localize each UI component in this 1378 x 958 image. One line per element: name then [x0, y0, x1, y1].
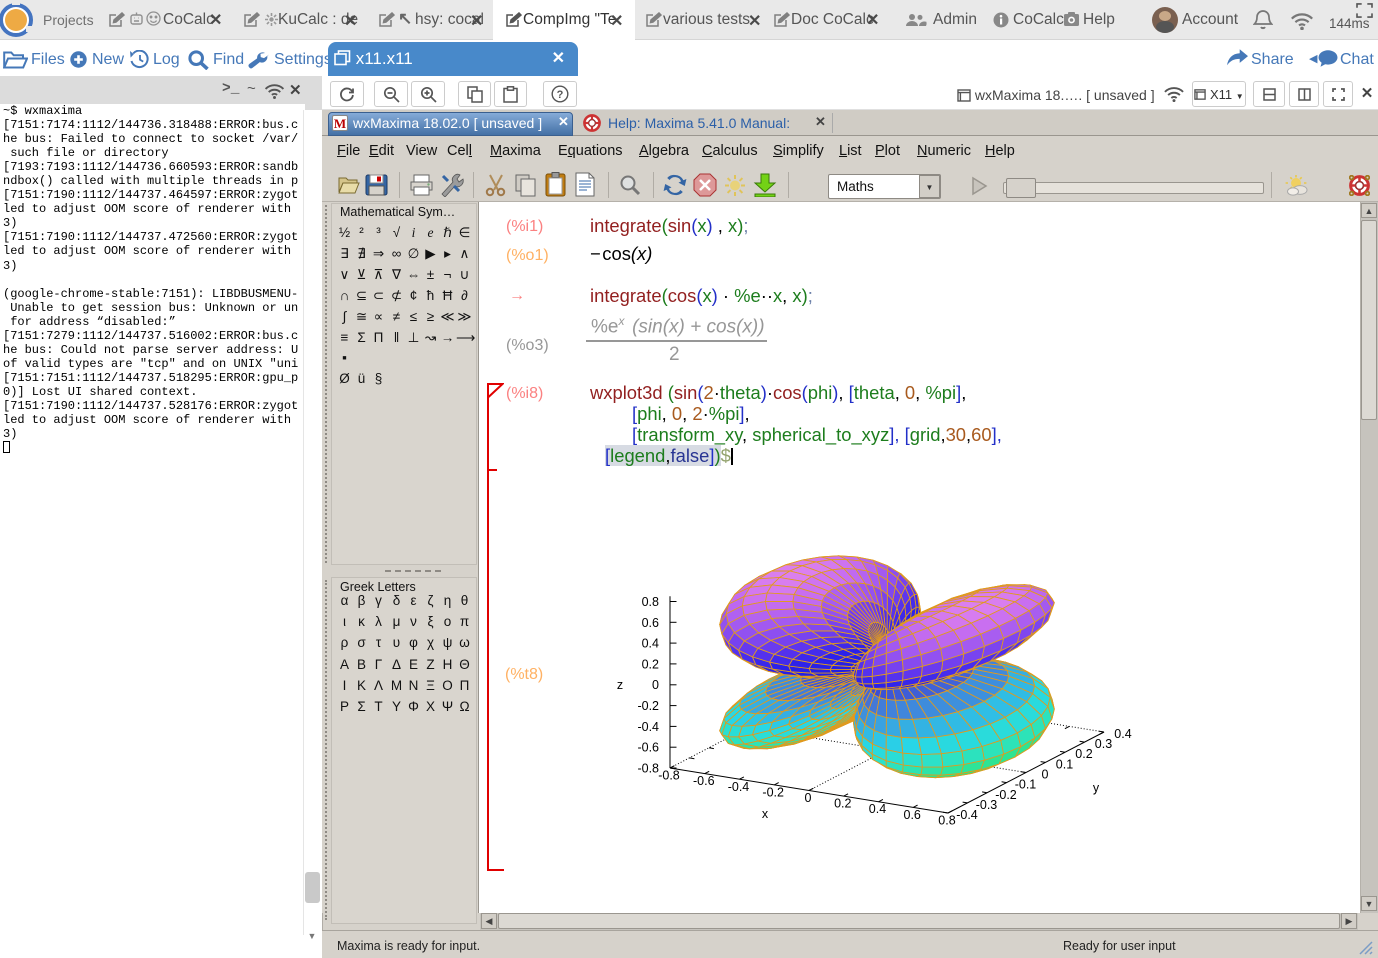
- svg-text:z: z: [617, 678, 623, 692]
- svg-text:0.8: 0.8: [938, 814, 955, 828]
- svg-text:0.2: 0.2: [834, 797, 851, 811]
- svg-text:x: x: [762, 807, 769, 821]
- svg-text:0: 0: [805, 791, 812, 805]
- svg-text:0.1: 0.1: [1056, 757, 1073, 771]
- svg-text:0.6: 0.6: [904, 808, 921, 822]
- svg-text:-0.4: -0.4: [956, 808, 978, 822]
- svg-text:0.3: 0.3: [1095, 737, 1112, 751]
- svg-text:-0.2: -0.2: [637, 699, 659, 713]
- svg-text:0.4: 0.4: [869, 802, 886, 816]
- svg-text:-0.2: -0.2: [995, 788, 1017, 802]
- svg-text:y: y: [1093, 781, 1100, 795]
- svg-text:0: 0: [1042, 768, 1049, 782]
- svg-text:0.8: 0.8: [642, 595, 659, 609]
- svg-text:0.2: 0.2: [642, 657, 659, 671]
- svg-text:-0.8: -0.8: [658, 769, 680, 783]
- svg-text:0.6: 0.6: [642, 616, 659, 630]
- svg-text:-0.3: -0.3: [976, 798, 998, 812]
- svg-text:0.4: 0.4: [1114, 727, 1131, 741]
- svg-text:-0.6: -0.6: [693, 774, 715, 788]
- svg-text:-0.1: -0.1: [1015, 778, 1037, 792]
- svg-text:-0.6: -0.6: [637, 741, 659, 755]
- svg-text:0: 0: [652, 678, 659, 692]
- svg-text:0.2: 0.2: [1075, 747, 1092, 761]
- svg-text:-0.8: -0.8: [637, 762, 659, 776]
- svg-text:-0.4: -0.4: [637, 720, 659, 734]
- svg-text:0.4: 0.4: [642, 637, 659, 651]
- svg-text:-0.2: -0.2: [762, 785, 784, 799]
- svg-text:-0.4: -0.4: [728, 780, 750, 794]
- svg-text:?: ?: [557, 89, 564, 101]
